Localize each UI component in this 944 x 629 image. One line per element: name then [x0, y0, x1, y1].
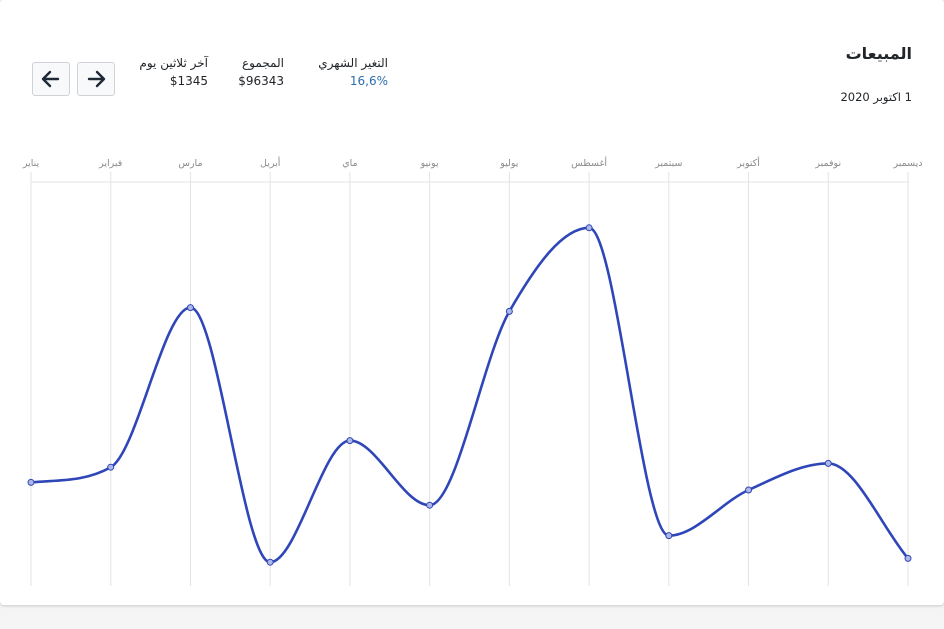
arrow-right-icon — [87, 70, 106, 88]
x-tick-label: أغسطس — [571, 156, 607, 169]
monthly-change-value: 16,6% — [349, 74, 388, 88]
monthly-change-label: التغير الشهري — [318, 56, 388, 70]
x-tick-label: ماي — [342, 158, 357, 169]
data-point — [346, 437, 354, 445]
data-point — [585, 224, 593, 232]
data-point — [745, 486, 753, 494]
data-point — [665, 532, 673, 540]
data-point — [186, 304, 194, 312]
card-title: المبيعات — [845, 44, 912, 63]
x-tick-label: سبتمبر — [654, 158, 682, 169]
sales-card: المبيعات 1 اكتوبر 2020 التغير الشهري 16,… — [0, 0, 944, 605]
data-point — [904, 554, 912, 562]
x-tick-label: أكتوبر — [736, 156, 760, 169]
x-tick-label: يونيو — [420, 158, 439, 169]
last30-label: آخر ثلاثين يوم — [139, 56, 208, 70]
series-line — [30, 226, 909, 564]
x-tick-label: ديسمبر — [893, 158, 923, 169]
last30-value: $1345 — [169, 74, 208, 88]
data-point — [27, 478, 35, 486]
total-label: المجموع — [242, 56, 284, 70]
x-tick-label: مارس — [178, 158, 202, 169]
total-value: $96343 — [238, 74, 284, 88]
x-tick-label: نوفمبر — [814, 158, 841, 169]
sales-chart: يناير فبراير مارس أبريل ماي يونيو يوليو أغسطس سب… — [0, 148, 944, 590]
previous-button[interactable] — [32, 62, 70, 96]
card-date: 1 اكتوبر 2020 — [840, 90, 912, 104]
x-tick-label: يناير — [22, 158, 40, 169]
x-tick-label: فبراير — [98, 158, 122, 169]
total-stat: المجموع $96343 — [238, 56, 284, 88]
x-tick-label: أبريل — [260, 156, 281, 169]
next-button[interactable] — [77, 62, 115, 96]
sales-line-chart: يناير فبراير مارس أبريل ماي يونيو يوليو أغسطس سب… — [22, 156, 923, 586]
arrow-left-icon — [41, 70, 60, 88]
last30-stat: آخر ثلاثين يوم $1345 — [139, 56, 208, 88]
data-point — [505, 307, 513, 315]
x-tick-label: يوليو — [499, 158, 519, 169]
data-point — [266, 558, 274, 566]
data-point — [426, 501, 434, 509]
monthly-change-stat: التغير الشهري 16,6% — [318, 56, 388, 88]
data-point — [824, 459, 832, 467]
data-point — [107, 463, 115, 471]
